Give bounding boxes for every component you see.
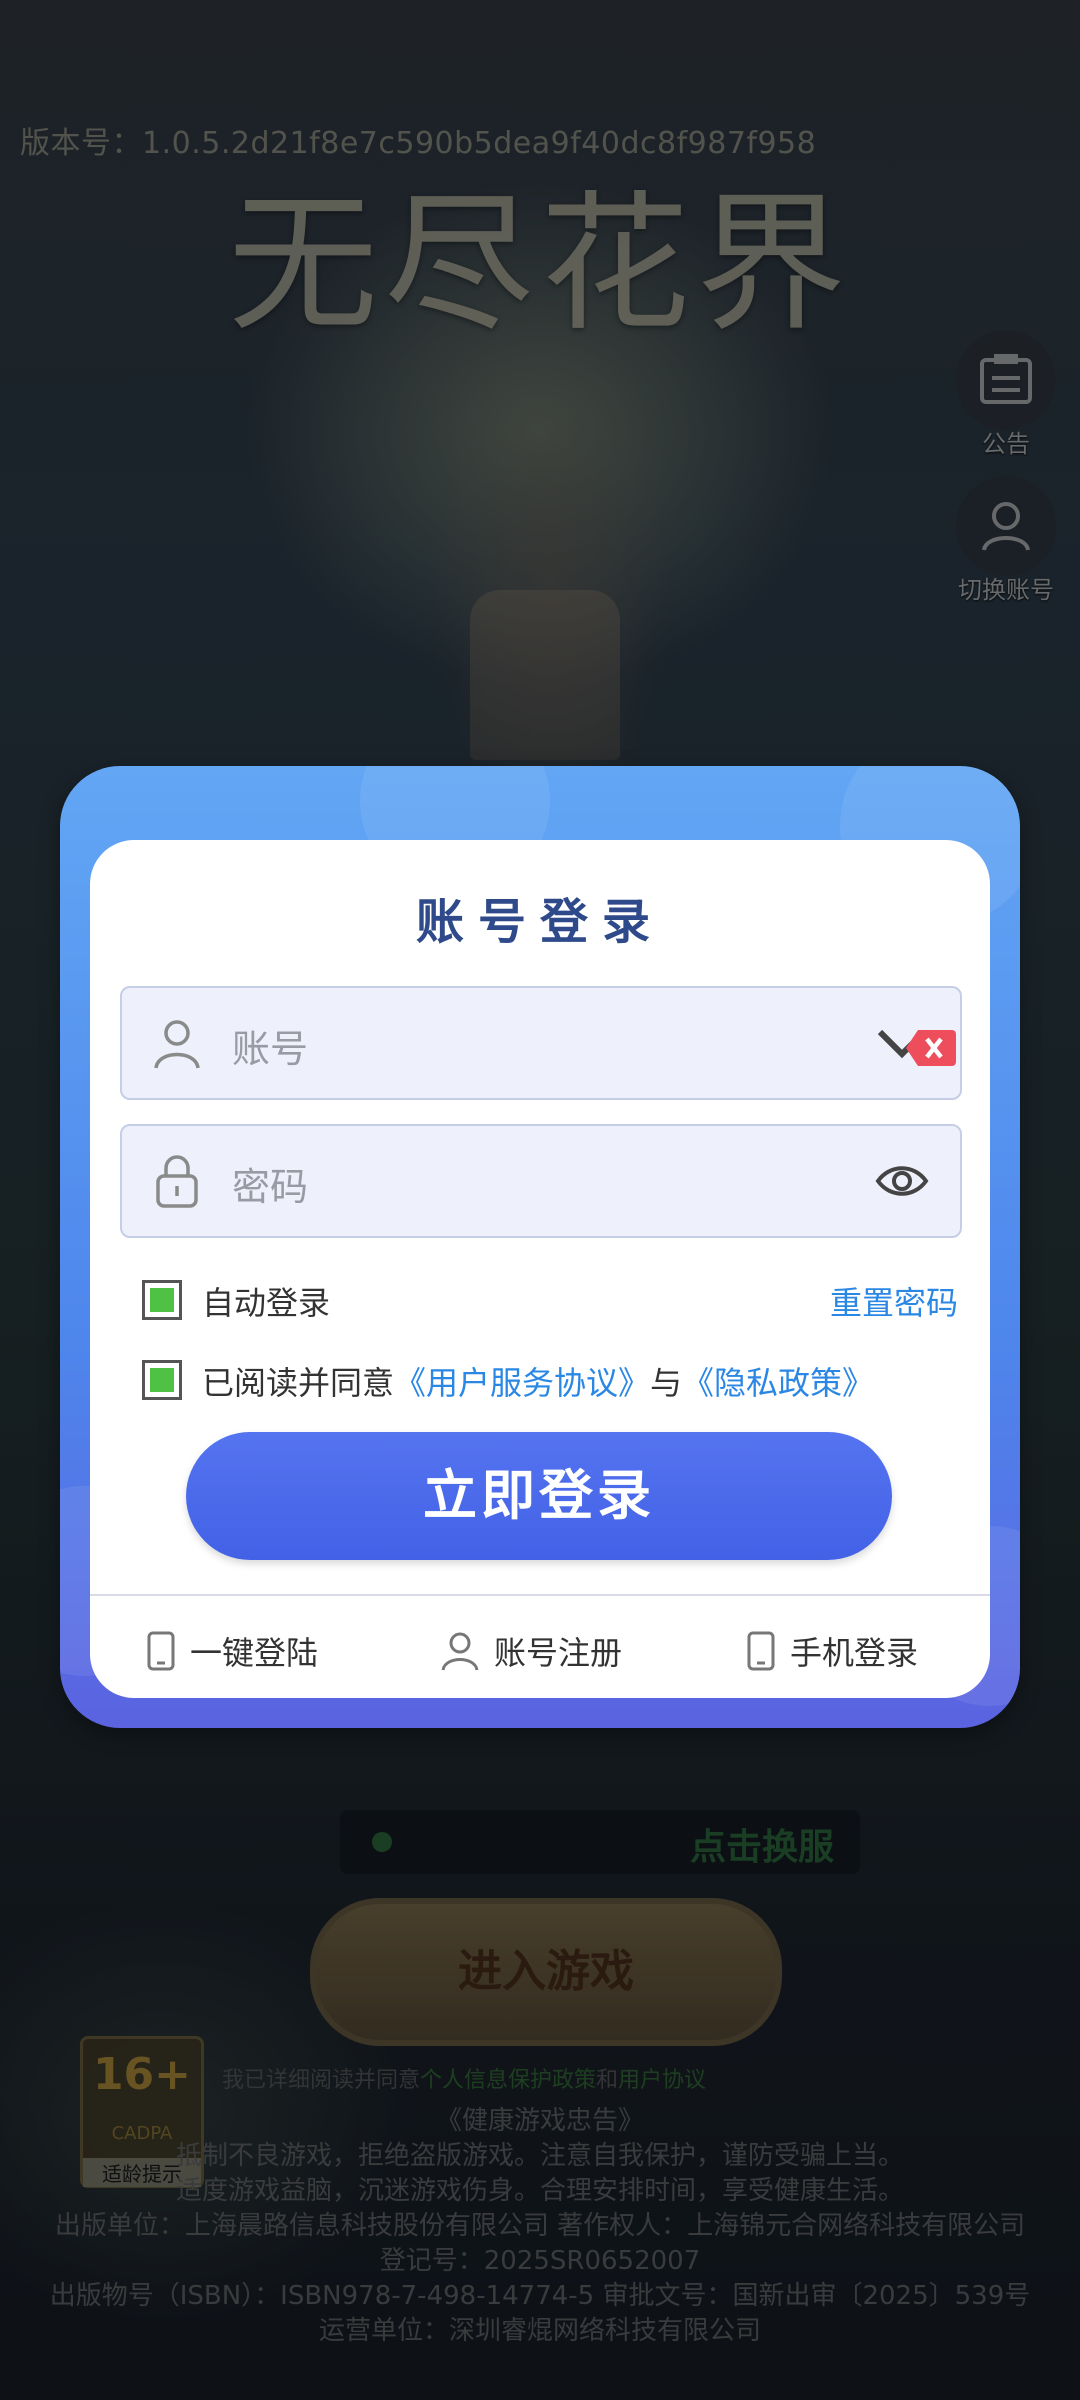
register-button[interactable]: 账号注册 xyxy=(440,1628,622,1674)
phone-icon xyxy=(147,1631,175,1671)
checkbox-fill xyxy=(150,1288,174,1312)
clear-input-icon[interactable] xyxy=(906,1026,956,1070)
agreement-text: 已阅读并同意《用户服务协议》与《隐私政策》 xyxy=(202,1358,874,1404)
auto-login-checkbox[interactable] xyxy=(142,1280,182,1320)
phone-login-button[interactable]: 手机登录 xyxy=(746,1628,918,1674)
eye-icon[interactable] xyxy=(874,1158,930,1204)
account-placeholder: 账号 xyxy=(232,1027,309,1071)
login-card: 账号登录 账号 密码 自动登录 重置密码 已阅读并同意《用户服务协议》与《隐私政… xyxy=(90,840,990,1698)
agree-checkbox[interactable] xyxy=(142,1360,182,1400)
login-button[interactable]: 立即登录 xyxy=(186,1432,892,1560)
password-placeholder: 密码 xyxy=(232,1165,309,1209)
login-modal: 账号登录 账号 密码 自动登录 重置密码 已阅读并同意《用户服务协议》与《隐私政… xyxy=(60,766,1020,1728)
register-label: 账号注册 xyxy=(494,1634,623,1672)
auto-login-label: 自动登录 xyxy=(202,1284,331,1322)
user-icon xyxy=(154,1020,200,1069)
password-field[interactable]: 密码 xyxy=(120,1124,962,1238)
one-click-login-button[interactable]: 一键登陆 xyxy=(146,1628,318,1674)
divider xyxy=(90,1594,990,1596)
phone-login-label: 手机登录 xyxy=(790,1634,919,1672)
account-field[interactable]: 账号 xyxy=(120,986,962,1100)
service-agreement-link[interactable]: 《用户服务协议》 xyxy=(394,1364,650,1402)
one-click-login-label: 一键登陆 xyxy=(190,1634,319,1672)
login-title: 账号登录 xyxy=(415,894,664,950)
phone-icon xyxy=(747,1631,775,1671)
agree-and: 与 xyxy=(650,1364,683,1402)
user-icon xyxy=(441,1632,479,1671)
checkbox-fill xyxy=(150,1368,174,1392)
lock-icon xyxy=(156,1155,198,1208)
reset-password-link[interactable]: 重置密码 xyxy=(830,1278,958,1324)
privacy-policy-link[interactable]: 《隐私政策》 xyxy=(682,1364,874,1402)
agree-prefix: 已阅读并同意 xyxy=(202,1364,395,1402)
